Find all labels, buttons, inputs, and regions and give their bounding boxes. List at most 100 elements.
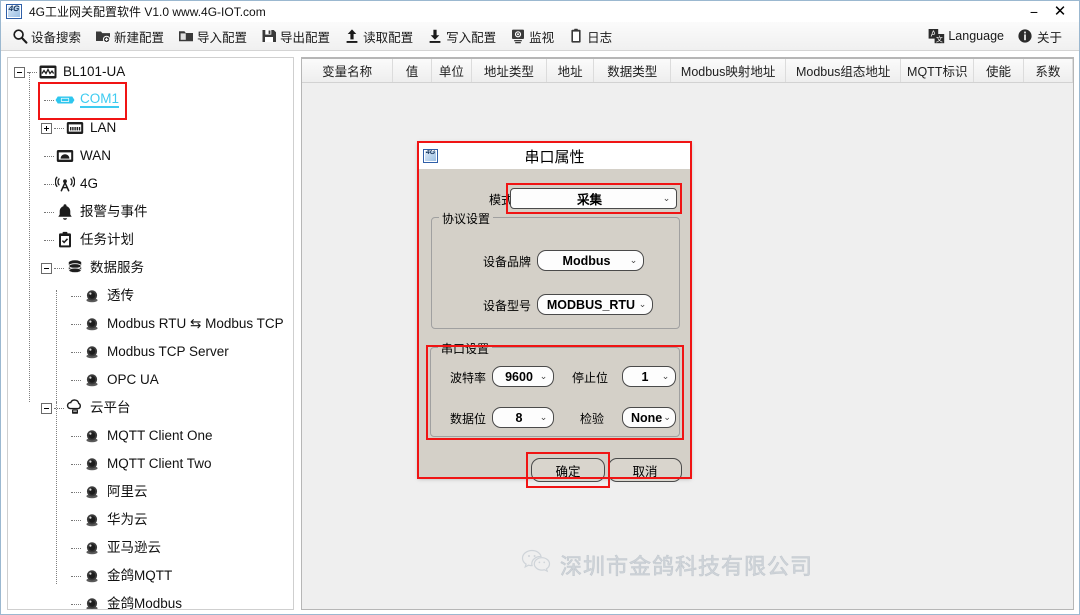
device-brand-field: 设备品牌: [483, 253, 538, 270]
grid-column-header[interactable]: Modbus映射地址: [671, 59, 787, 82]
grid-column-header[interactable]: 数据类型: [594, 59, 672, 82]
tree-item-modbus-rtu-modbus-tcp[interactable]: Modbus RTU ⇆ Modbus TCP: [8, 310, 293, 338]
node-icon: [82, 510, 102, 530]
mode-select-dropdown[interactable]: 采集 ⌄: [510, 188, 677, 209]
tree-item-opc-ua[interactable]: OPC UA: [8, 366, 293, 394]
toolbar-button-log[interactable]: 日志: [563, 23, 616, 50]
chevron-down-icon: ⌄: [539, 371, 548, 381]
tree-item-com1[interactable]: COM1: [8, 86, 293, 114]
toolbar-button-device-search[interactable]: 设备搜索: [7, 23, 85, 50]
device-model-dropdown[interactable]: MODBUS_RTU ⌄: [537, 294, 653, 315]
window-controls: − ✕: [1021, 1, 1079, 22]
tree-item-label: 亚马逊云: [107, 540, 161, 556]
expand-icon[interactable]: [41, 122, 52, 134]
node-icon: [82, 566, 102, 586]
monitor-icon: [509, 28, 526, 45]
stopbits-field: 停止位: [572, 369, 615, 386]
ok-button[interactable]: 确定: [531, 458, 605, 482]
language-icon: A文: [928, 28, 945, 45]
toolbar-label: 关于: [1036, 30, 1062, 45]
toolbar-button-monitor[interactable]: 监视: [505, 23, 558, 50]
antenna-icon: [55, 174, 75, 194]
tree-item-4g[interactable]: 4G: [8, 170, 293, 198]
grid-column-header[interactable]: 单位: [432, 59, 472, 82]
log-icon: [567, 28, 584, 45]
databits-field: 数据位: [450, 410, 493, 427]
collapse-icon[interactable]: [41, 402, 52, 414]
collapse-icon[interactable]: [14, 66, 25, 78]
toolbar-label: 设备搜索: [31, 30, 82, 45]
grid-column-header[interactable]: MQTT标识: [901, 59, 975, 82]
tree-item-mqtt-client-one[interactable]: MQTT Client One: [8, 422, 293, 450]
wechat-icon: [521, 549, 551, 581]
stopbits-value: 1: [641, 369, 649, 384]
baudrate-dropdown[interactable]: 9600 ⌄: [492, 366, 554, 387]
device-brand-value: Modbus: [562, 253, 611, 268]
tree-item-modbus-tcp-server[interactable]: Modbus TCP Server: [8, 338, 293, 366]
toolbar-button-import-config[interactable]: 导入配置: [173, 23, 251, 50]
chevron-down-icon: ⌄: [662, 193, 671, 203]
toolbar-button-new-config[interactable]: 新建配置: [90, 23, 168, 50]
toolbar-button-language[interactable]: A文 Language: [924, 23, 1008, 50]
tree-connector: [44, 239, 54, 241]
tree-item-label: WAN: [80, 148, 111, 164]
toolbar-label: 导出配置: [280, 30, 331, 45]
tree-item-[interactable]: 亚马逊云: [8, 534, 293, 562]
tree-item-bl101-ua[interactable]: BL101-UA: [8, 58, 293, 86]
parity-label: 检验: [580, 412, 605, 426]
databits-dropdown[interactable]: 8 ⌄: [492, 407, 554, 428]
tree-item-[interactable]: 透传: [8, 282, 293, 310]
tree-item-mqtt[interactable]: 金鸽MQTT: [8, 562, 293, 590]
grid-column-header[interactable]: 变量名称: [302, 59, 394, 82]
tree-connector: [71, 519, 81, 521]
grid-column-header[interactable]: 值: [393, 59, 432, 82]
protocol-settings-title: 协议设置: [439, 210, 494, 227]
node-icon: [82, 286, 102, 306]
node-icon: [82, 370, 102, 390]
clipboard-icon: [55, 230, 75, 250]
chevron-down-icon: ⌄: [638, 299, 647, 309]
tree-item-[interactable]: 任务计划: [8, 226, 293, 254]
collapse-icon[interactable]: [41, 262, 52, 274]
bell-icon: [55, 202, 75, 222]
tree-item-[interactable]: 数据服务: [8, 254, 293, 282]
tree-item-lan[interactable]: LAN: [8, 114, 293, 142]
tree-item-label: BL101-UA: [63, 64, 126, 80]
tree-item-[interactable]: 华为云: [8, 506, 293, 534]
tree-connector: [71, 351, 81, 353]
device-brand-dropdown[interactable]: Modbus ⌄: [537, 250, 644, 271]
toolbar-button-export-config[interactable]: 导出配置: [256, 23, 334, 50]
tree-connector: [71, 295, 81, 297]
tree-item-modbus[interactable]: 金鸽Modbus: [8, 590, 293, 609]
svg-text:文: 文: [936, 34, 943, 43]
grid-column-header[interactable]: 地址: [547, 59, 595, 82]
mode-select-value: 采集: [576, 193, 602, 207]
device-model-label: 设备型号: [483, 299, 532, 313]
toolbar-button-read-config[interactable]: 读取配置: [339, 23, 417, 50]
export-config-icon: [260, 28, 277, 45]
toolbar-button-about[interactable]: 关于: [1013, 23, 1066, 50]
tree-connector: [71, 603, 81, 605]
parity-field: 检验: [580, 410, 611, 427]
device-tree-panel[interactable]: BL101-UA COM1 LAN WAN 4G 报警与事件 任务计划 数据服务 透传 Modbu…: [7, 57, 294, 610]
grid-column-header[interactable]: 系数: [1024, 59, 1073, 82]
tree-item-[interactable]: 云平台: [8, 394, 293, 422]
toolbar-button-write-config[interactable]: 写入配置: [422, 23, 500, 50]
stopbits-dropdown[interactable]: 1 ⌄: [622, 366, 676, 387]
grid-column-header[interactable]: Modbus组态地址: [786, 59, 902, 82]
parity-dropdown[interactable]: None ⌄: [622, 407, 676, 428]
tree-connector: [71, 547, 81, 549]
tree-item-[interactable]: 阿里云: [8, 478, 293, 506]
minimize-button[interactable]: −: [1021, 1, 1047, 22]
node-icon: [82, 538, 102, 558]
chevron-down-icon: ⌄: [539, 412, 548, 422]
tree-item-mqtt-client-two[interactable]: MQTT Client Two: [8, 450, 293, 478]
dialog-title-bar: 串口属性: [419, 143, 690, 169]
grid-column-header[interactable]: 地址类型: [472, 59, 547, 82]
tree-item-wan[interactable]: WAN: [8, 142, 293, 170]
close-button[interactable]: ✕: [1047, 1, 1073, 22]
cancel-button[interactable]: 取消: [608, 458, 682, 482]
grid-column-header[interactable]: 使能: [974, 59, 1024, 82]
tree-item-[interactable]: 报警与事件: [8, 198, 293, 226]
tree-connector: [27, 71, 37, 73]
